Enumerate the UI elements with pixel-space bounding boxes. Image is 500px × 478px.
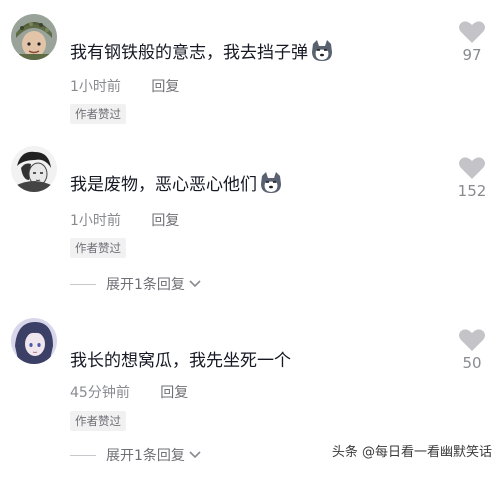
reply-button[interactable]: 回复 <box>151 213 179 229</box>
expand-replies-label: 展开1条回复 <box>106 277 185 293</box>
comment-text: 我有钢铁般的意志，我去挡子弹 <box>70 43 308 63</box>
comment-time: 1小时前 <box>70 213 121 229</box>
husky-emoji-icon <box>310 39 334 62</box>
heart-icon <box>459 329 485 351</box>
author-liked-badge: 作者赞过 <box>70 238 126 258</box>
expand-replies-label: 展开1条回复 <box>106 448 185 464</box>
heart-icon <box>459 21 485 43</box>
avatar[interactable] <box>11 14 57 60</box>
avatar[interactable] <box>11 146 57 192</box>
comment-time: 45分钟前 <box>70 385 130 401</box>
watermark: 头条 @每日看一看幽默笑话 <box>331 445 492 460</box>
chevron-down-icon <box>189 280 201 288</box>
expand-replies-button[interactable]: 展开1条回复 <box>70 274 202 294</box>
like-count: 50 <box>462 354 482 372</box>
like-button[interactable]: 152 <box>452 156 492 200</box>
husky-emoji-icon <box>259 171 283 194</box>
avatar-soldier-image <box>11 14 57 60</box>
comment-time: 1小时前 <box>70 79 121 95</box>
divider <box>70 283 96 285</box>
comment-text: 我长的想窝瓜，我先坐死一个 <box>70 351 291 371</box>
like-count: 152 <box>457 182 487 200</box>
comment-text: 我是废物，恶心恶心他们 <box>70 175 257 195</box>
like-count: 97 <box>462 46 482 64</box>
like-button[interactable]: 97 <box>452 20 492 64</box>
avatar-sketch-image <box>11 146 57 192</box>
author-liked-badge: 作者赞过 <box>70 411 126 431</box>
like-button[interactable]: 50 <box>452 328 492 372</box>
avatar-anime-image <box>11 318 57 364</box>
expand-replies-button[interactable]: 展开1条回复 <box>70 445 202 465</box>
author-liked-badge: 作者赞过 <box>70 104 126 124</box>
avatar[interactable] <box>11 318 57 364</box>
divider <box>70 454 96 456</box>
reply-button[interactable]: 回复 <box>151 79 179 95</box>
heart-icon <box>459 157 485 179</box>
reply-button[interactable]: 回复 <box>160 385 188 401</box>
chevron-down-icon <box>189 451 201 459</box>
